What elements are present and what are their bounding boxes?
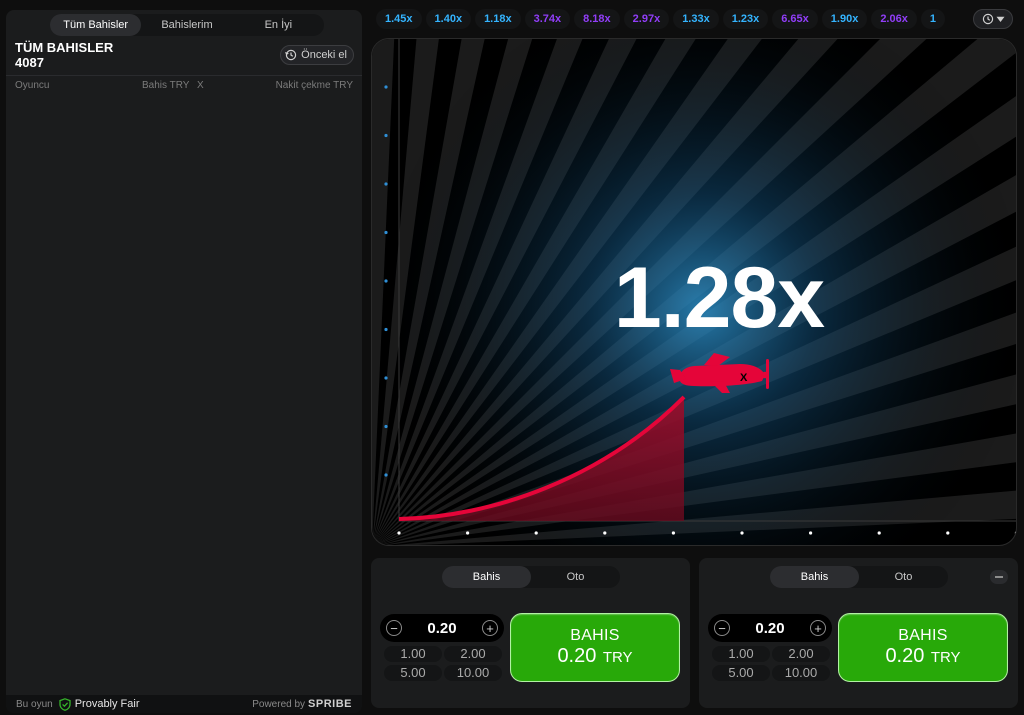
quick-amount-2[interactable]: 2.00: [444, 646, 502, 662]
column-cashout: Nakit çekme TRY: [275, 80, 353, 91]
remove-bet-panel-button[interactable]: [990, 570, 1008, 584]
quick-amount-1[interactable]: 1.00: [384, 646, 442, 662]
x-axis-dot: [671, 531, 675, 535]
decrease-amount-button[interactable]: −: [714, 620, 730, 636]
x-axis-dot: [534, 531, 538, 535]
minus-icon: [995, 576, 1003, 578]
column-x: X: [197, 80, 204, 91]
chevron-down-icon: [996, 16, 1004, 22]
column-player: Oyuncu: [15, 80, 50, 91]
y-axis-dot: [384, 182, 388, 186]
history-icon: [285, 49, 297, 61]
history-multiplier[interactable]: 1.33x: [673, 9, 719, 29]
powered-by-label: Powered by: [252, 698, 306, 710]
history-multiplier[interactable]: 8.18x: [574, 9, 620, 29]
provably-fair-link[interactable]: Provably Fair: [75, 698, 140, 710]
shield-check-icon: [59, 697, 71, 711]
y-axis-dot: [384, 424, 388, 429]
history-toggle-button[interactable]: [973, 9, 1013, 29]
bet-mode-tabs: Bahis Oto: [442, 566, 620, 588]
tab-bet[interactable]: Bahis: [770, 566, 859, 588]
bet-button-currency: TRY: [930, 649, 961, 666]
increase-amount-button[interactable]: +: [481, 620, 498, 636]
history-multiplier[interactable]: 1.45x: [376, 9, 422, 29]
this-game-label: Bu oyun: [16, 698, 53, 710]
bet-panel-1: Bahis Oto − 0.20 + 1.00 2.00 5.00 10.00 …: [371, 558, 690, 708]
increase-amount-button[interactable]: +: [809, 620, 826, 636]
quick-amount-5[interactable]: 5.00: [712, 665, 770, 681]
history-multiplier[interactable]: 1: [920, 9, 945, 29]
x-axis-dot: [877, 531, 881, 535]
y-axis-dot: [384, 230, 388, 235]
history-multiplier[interactable]: 2.06x: [871, 9, 917, 29]
quick-amount-2[interactable]: 2.00: [772, 646, 830, 662]
divider: [6, 75, 362, 76]
history-multiplier[interactable]: 1.40x: [425, 9, 472, 29]
tab-all-bets[interactable]: Tüm Bahisler: [50, 14, 142, 36]
multiplier-history: 1.45x 1.40x 1.18x 3.74x 8.18x 2.97x 1.33x 1.23x…: [376, 9, 976, 29]
bet-amount-stepper: − 0.20 +: [708, 614, 832, 642]
bet-panel-2: Bahis Oto − 0.20 + 1.00 2.00 5.00 10.00 …: [699, 558, 1018, 708]
history-multiplier[interactable]: 2.97x: [623, 9, 670, 29]
x-axis-dot: [397, 531, 401, 535]
bet-button-label: BAHIS: [570, 627, 620, 644]
tab-auto[interactable]: Oto: [859, 566, 948, 588]
x-axis-dot: [740, 531, 744, 535]
history-multiplier[interactable]: 3.74x: [524, 9, 571, 29]
bet-button-currency: TRY: [602, 649, 633, 666]
tab-bet[interactable]: Bahis: [442, 566, 531, 588]
all-bets-count: 4087: [15, 55, 44, 70]
x-axis-dot: [946, 531, 950, 535]
history-icon: [982, 13, 993, 25]
svg-text:X: X: [740, 372, 748, 384]
bet-amount-stepper: − 0.20 +: [380, 614, 504, 642]
quick-amount-5[interactable]: 5.00: [384, 665, 442, 681]
bet-button-label: BAHIS: [898, 627, 948, 644]
previous-round-button[interactable]: Önceki el: [280, 45, 354, 65]
tab-auto[interactable]: Oto: [531, 566, 620, 588]
column-bet: Bahis TRY: [142, 80, 190, 91]
y-axis-dot: [384, 376, 388, 380]
spribe-logo: SPRIBE: [308, 698, 352, 710]
decrease-amount-button[interactable]: −: [386, 620, 402, 636]
game-canvas: X 1.28x: [371, 38, 1017, 546]
bet-button-amount: 0.20: [885, 645, 925, 667]
bet-mode-tabs: Bahis Oto: [770, 566, 948, 588]
place-bet-button[interactable]: BAHIS 0.20 TRY: [510, 613, 680, 682]
y-axis-dot: [384, 133, 388, 138]
history-multiplier[interactable]: 1.90x: [821, 9, 868, 29]
x-axis-dot: [603, 531, 607, 535]
tab-my-bets[interactable]: Bahislerim: [141, 14, 232, 36]
history-multiplier[interactable]: 1.23x: [722, 9, 769, 29]
y-axis-dot: [384, 473, 388, 477]
place-bet-button[interactable]: BAHIS 0.20 TRY: [838, 613, 1008, 682]
history-multiplier[interactable]: 6.65x: [772, 9, 818, 29]
bet-amount-input[interactable]: 0.20: [755, 620, 784, 637]
y-axis-dot: [384, 85, 388, 89]
quick-amount-1[interactable]: 1.00: [712, 646, 770, 662]
bets-tabs: Tüm Bahisler Bahislerim En İyi: [50, 14, 324, 36]
all-bets-panel: Tüm Bahisler Bahislerim En İyi TÜM BAHIS…: [6, 10, 362, 713]
all-bets-title: TÜM BAHISLER: [15, 40, 114, 55]
x-axis-dot: [809, 531, 813, 535]
quick-amount-10[interactable]: 10.00: [444, 665, 502, 681]
history-multiplier[interactable]: 1.18x: [475, 9, 521, 29]
quick-amount-10[interactable]: 10.00: [772, 665, 830, 681]
bet-button-amount: 0.20: [557, 645, 597, 667]
left-footer: Bu oyun Provably Fair Powered by SPRIBE: [6, 695, 362, 713]
x-axis-dot: [466, 531, 470, 535]
previous-round-label: Önceki el: [301, 49, 347, 61]
tab-top[interactable]: En İyi: [233, 14, 324, 36]
bet-amount-input[interactable]: 0.20: [427, 620, 456, 637]
current-multiplier: 1.28x: [613, 250, 825, 346]
